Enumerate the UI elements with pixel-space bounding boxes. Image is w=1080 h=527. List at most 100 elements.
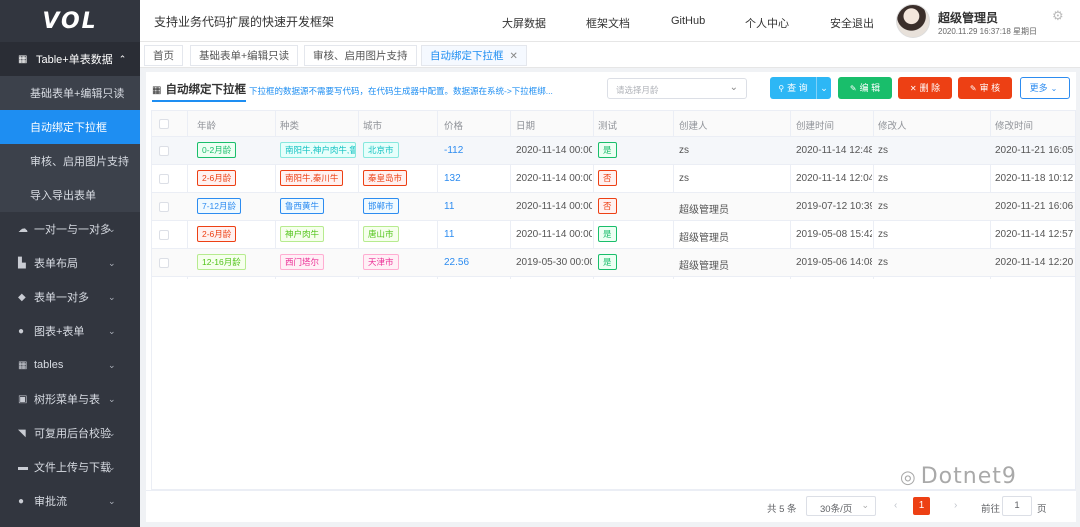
select-all-checkbox[interactable] [159,119,169,129]
bar-chart-icon: ▙ [18,257,26,269]
city-tag: 邯郸市 [363,198,399,214]
page-title: ▦ 自动绑定下拉框 [152,81,246,102]
audit-button[interactable]: ✎ 审 核 [958,77,1012,99]
test-tag: 否 [598,170,617,186]
kind-tag: 神户肉牛 [280,226,325,242]
nav-logout[interactable]: 安全退出 [830,15,874,31]
table-row[interactable]: 12-16月龄 西门塔尔 天津市 22.56 2019-05-30 00:00 … [152,249,1075,277]
column-header[interactable]: 年龄 [197,118,216,132]
sidebar-subitem-auto-dropdown[interactable]: 自动绑定下拉框 [0,110,140,144]
more-button[interactable]: 更多 ⌄ [1020,77,1070,99]
table-row[interactable]: 7-12月龄 鲁西黄牛 邯郸市 11 2020-11-14 00:00 否 超级… [152,193,1075,221]
sidebar-item-label: 表单布局 [34,258,78,270]
created-cell: 2019-07-12 10:39 [796,201,872,212]
sidebar-item-file-upload[interactable]: ▬ 文件上传与下载 ⌄ [0,450,140,484]
sidebar-item-form-layout[interactable]: ▙ 表单布局 ⌄ [0,246,140,280]
chevron-down-icon: ⌄ [1050,84,1058,93]
sidebar-item-validation[interactable]: ◥ 可复用后台校验 ⌄ [0,416,140,450]
nav-big-screen[interactable]: 大屏数据 [502,15,546,31]
search-icon: ⚲ [778,84,785,93]
city-tag: 唐山市 [363,226,399,242]
column-header[interactable]: 修改人 [878,118,907,132]
sidebar-subitem-basic-form[interactable]: 基础表单+编辑只读 [0,76,140,110]
table-row[interactable]: 0-2月龄 南阳牛,神户肉牛,鲁 北京市 -112 2020-11-14 00:… [152,137,1075,165]
test-tag: 是 [598,226,617,242]
wechat-icon: ◎ [900,467,917,488]
sidebar-item-label: tables [34,359,64,371]
created-cell: 2019-05-06 14:08 [796,257,872,268]
next-page-icon[interactable]: › [954,500,957,511]
chevron-down-icon: ⌄ [108,359,116,370]
city-tag: 天津市 [363,254,399,270]
sidebar-item-tree-menu[interactable]: ▣ 树形菜单与表 ⌄ [0,382,140,416]
toolbar: ▦ 自动绑定下拉框 下拉框的数据源不需要写代码，在代码生成器中配置。数据源在系统-… [146,72,1076,106]
watermark-text: Dotnet9 [920,464,1017,489]
cloud-icon: ☁ [18,223,28,235]
grid-icon: ▦ [152,85,162,96]
row-checkbox[interactable] [159,146,169,156]
age-tag: 0-2月龄 [197,142,237,158]
modified-cell: 2020-11-18 10:12 [995,173,1074,184]
delete-button[interactable]: ✕ 删 除 [898,77,952,99]
column-header[interactable]: 城市 [363,118,382,132]
tab-label: 审核、启用图片支持 [313,50,408,62]
tab-basic-form[interactable]: 基础表单+编辑只读 [190,45,299,66]
column-header[interactable]: 创建人 [679,118,708,132]
tab-bar: 首页 基础表单+编辑只读 审核、启用图片支持 自动绑定下拉框 ✕ [140,42,1080,68]
column-header[interactable]: 创建时间 [796,118,834,132]
table-header: 年龄 种类 城市 价格 日期 测试 创建人 创建时间 修改人 修改时间 [152,111,1075,137]
query-button[interactable]: ⚲ 查 询 [770,77,816,99]
tab-audit[interactable]: 审核、启用图片支持 [304,45,417,66]
edit-button[interactable]: ✎ 编 辑 [838,77,892,99]
page-description: 下拉框的数据源不需要写代码，在代码生成器中配置。数据源在系统->下拉框绑... [249,86,553,96]
query-dropdown-button[interactable]: ⌄ [816,77,831,99]
sidebar-group-label: Table+单表数据 [36,54,113,66]
prev-page-icon[interactable]: ‹ [894,500,897,511]
column-header[interactable]: 种类 [280,118,299,132]
date-cell: 2020-11-14 00:00 [516,173,592,184]
row-checkbox[interactable] [159,230,169,240]
sidebar-item-label: 一对一与一对多 [34,224,111,236]
creator-cell: 超级管理员 [679,233,729,244]
tab-home[interactable]: 首页 [144,45,183,66]
column-header[interactable]: 修改时间 [995,118,1033,132]
nav-docs[interactable]: 框架文档 [586,15,630,31]
price-cell: 132 [444,173,461,184]
column-header[interactable]: 测试 [598,118,617,132]
kind-tag: 鲁西黄牛 [280,198,325,214]
gear-icon[interactable]: ⚙ [1052,8,1064,24]
tab-auto-dropdown[interactable]: 自动绑定下拉框 ✕ [421,45,527,66]
tab-label: 首页 [153,50,174,62]
page-number-current[interactable]: 1 [913,497,930,515]
sidebar-item-approval[interactable]: ● 审批流 ⌄ [0,484,140,518]
goto-page-input[interactable]: 1 [1002,496,1032,516]
sidebar-item-label: 文件上传与下载 [34,462,111,474]
rss-icon: ◥ [18,427,26,439]
column-header[interactable]: 日期 [516,118,535,132]
sidebar-item-tables[interactable]: ▦ tables ⌄ [0,348,140,382]
nav-profile[interactable]: 个人中心 [745,15,789,31]
chevron-down-icon: ⌄ [108,223,116,234]
row-checkbox[interactable] [159,202,169,212]
close-icon[interactable]: ✕ [510,51,518,62]
table-row[interactable]: 2-6月龄 神户肉牛 唐山市 11 2020-11-14 00:00 是 超级管… [152,221,1075,249]
nav-github[interactable]: GitHub [671,15,705,27]
month-select[interactable]: 请选择月龄 ⌄ [607,78,747,99]
sidebar-subitem-audit[interactable]: 审核、启用图片支持 [0,144,140,178]
sidebar-group-table[interactable]: ▦ Table+单表数据 ⌃ [0,42,140,76]
row-checkbox[interactable] [159,258,169,268]
avatar[interactable] [896,4,930,38]
page-size-select[interactable]: 30条/页 ⌄ [806,496,876,516]
date-cell: 2020-11-14 00:00 [516,201,592,212]
sidebar-item-form-one-to-many[interactable]: ◆ 表单一对多 ⌄ [0,280,140,314]
column-header[interactable]: 价格 [444,118,463,132]
user-time: 2020.11.29 16:37:18 星期日 [938,27,1038,36]
row-checkbox[interactable] [159,174,169,184]
table-row[interactable]: 2-6月龄 南阳牛,秦川牛 秦皇岛市 132 2020-11-14 00:00 … [152,165,1075,193]
age-tag: 12-16月龄 [197,254,246,270]
age-tag: 2-6月龄 [197,226,237,242]
month-select-placeholder: 请选择月龄 [616,85,659,95]
sidebar-subitem-import-export[interactable]: 导入导出表单 [0,178,140,212]
sidebar-item-chart-form[interactable]: ● 图表+表单 ⌄ [0,314,140,348]
sidebar-item-one-to-many[interactable]: ☁ 一对一与一对多 ⌄ [0,212,140,246]
